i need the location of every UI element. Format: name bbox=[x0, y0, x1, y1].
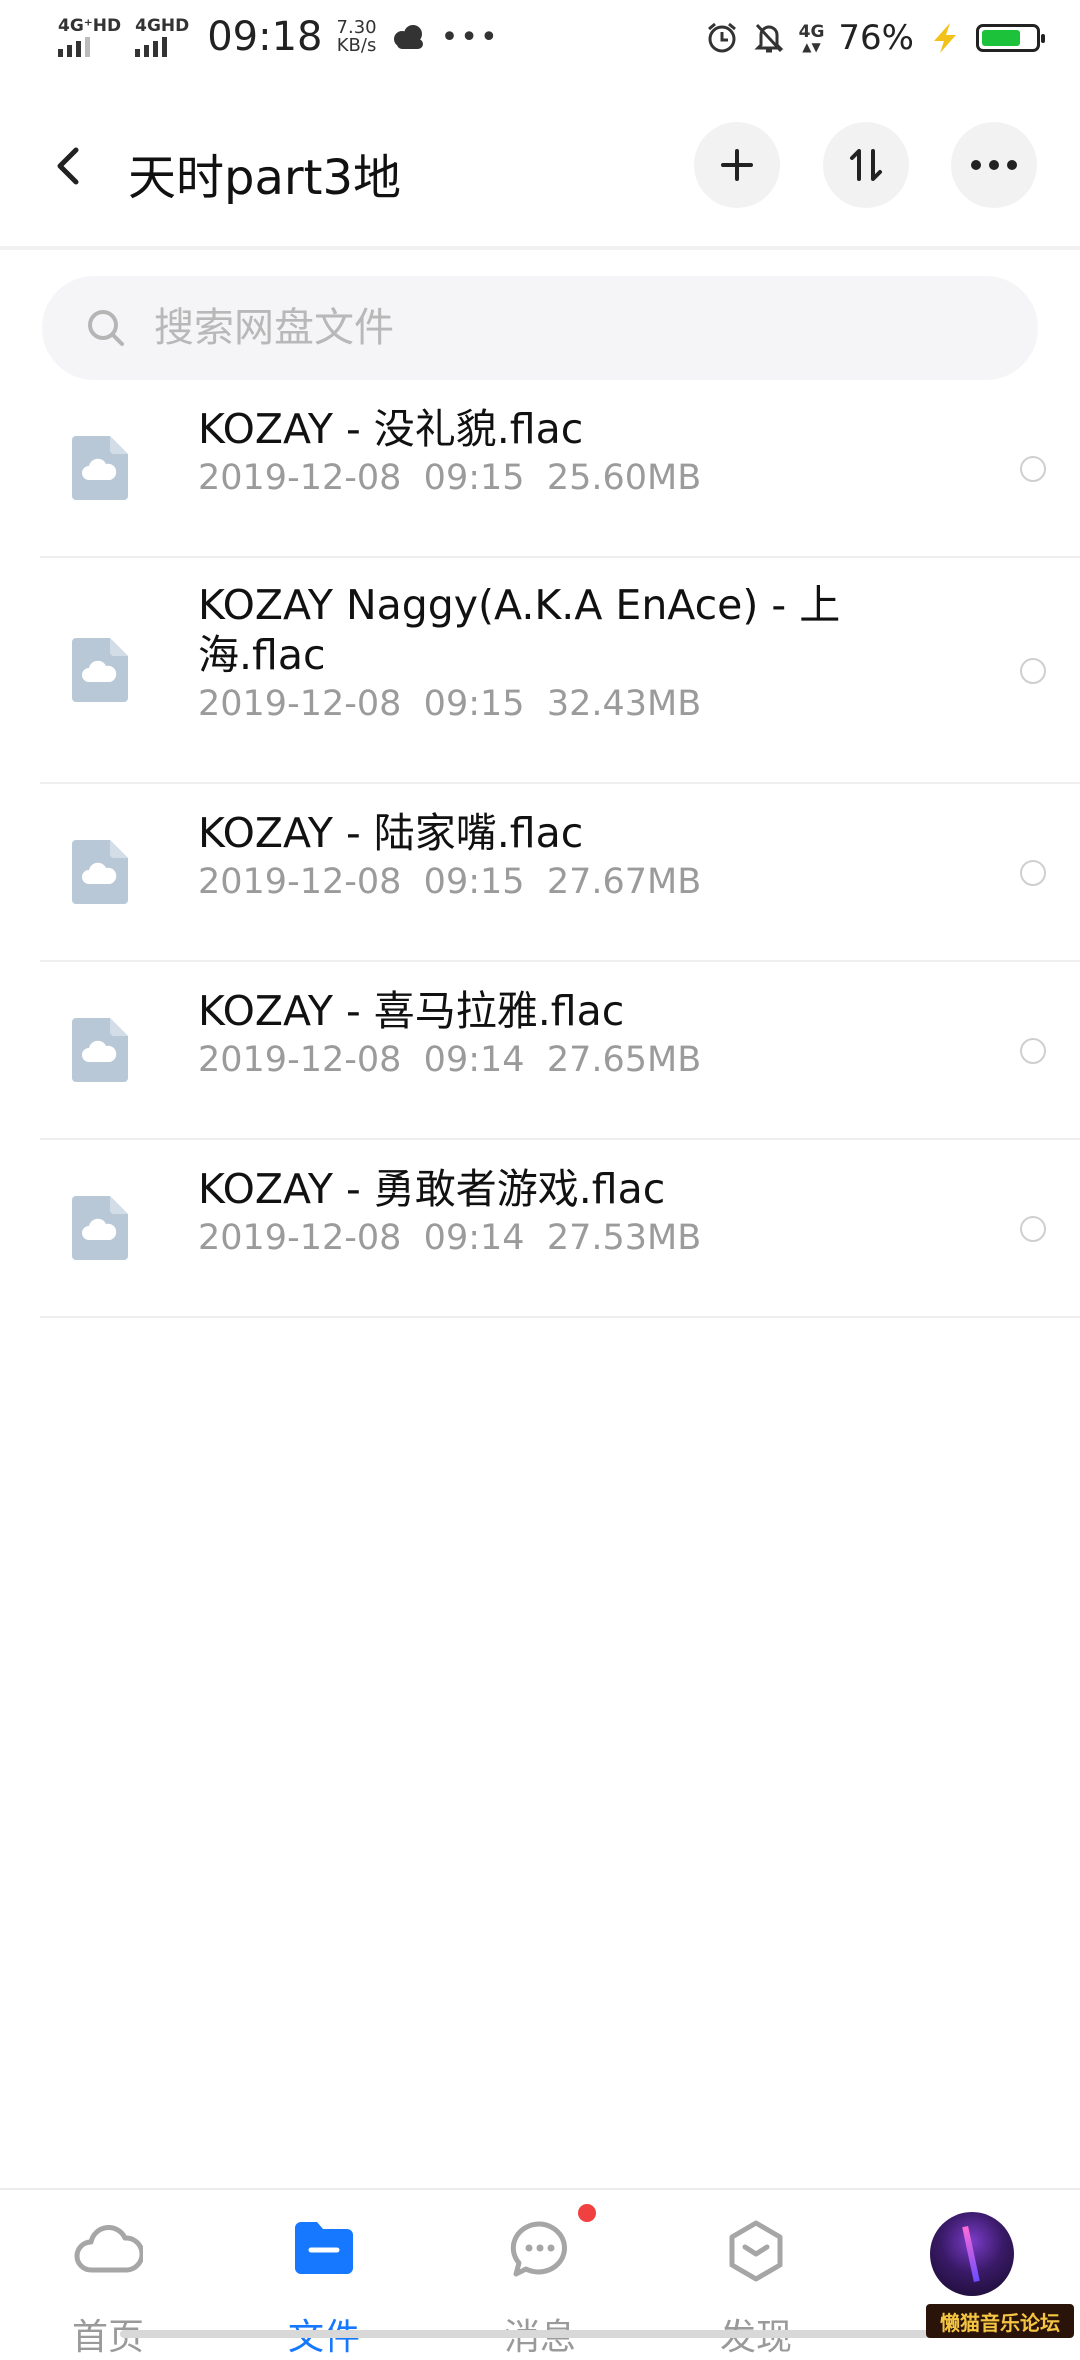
sort-icon bbox=[850, 149, 882, 181]
file-size: 27.53MB bbox=[546, 1218, 702, 1258]
add-icon bbox=[721, 149, 753, 181]
file-row[interactable]: KOZAY - 没礼貌.flac 2019-12-08 09:15 25.60M… bbox=[40, 380, 1080, 558]
tab-home[interactable]: 首页 bbox=[0, 2190, 216, 2358]
status-bar: 4G⁺HD 4GHD 09:18 7.30 KB/s ••• 4G ▲▼ 76% bbox=[0, 0, 1080, 86]
file-name: KOZAY - 没礼貌.flac bbox=[198, 405, 584, 453]
file-cloud-icon bbox=[72, 1018, 128, 1082]
watermark-text: 懒猫音乐论坛 bbox=[926, 2304, 1074, 2338]
sort-button[interactable] bbox=[823, 122, 909, 208]
lte-label: 4G bbox=[798, 22, 825, 42]
file-meta: 2019-12-08 09:15 25.60MB bbox=[198, 458, 701, 498]
network-speed: 7.30 KB/s bbox=[337, 19, 377, 55]
home-cloud-icon bbox=[74, 2225, 143, 2273]
more-button[interactable] bbox=[951, 122, 1037, 208]
message-badge bbox=[578, 2204, 596, 2222]
file-size: 27.65MB bbox=[546, 1040, 702, 1080]
add-button[interactable] bbox=[694, 122, 780, 208]
file-date: 2019-12-08 bbox=[198, 1040, 402, 1080]
status-time: 09:18 bbox=[207, 14, 323, 60]
back-arrow-icon[interactable] bbox=[50, 136, 90, 196]
file-meta: 2019-12-08 09:15 32.43MB bbox=[198, 684, 701, 724]
speed-unit: KB/s bbox=[336, 35, 377, 56]
file-size: 27.67MB bbox=[546, 862, 702, 902]
select-checkbox[interactable] bbox=[1020, 1038, 1046, 1064]
file-cloud-icon bbox=[72, 1196, 128, 1260]
file-time: 09:14 bbox=[423, 1040, 525, 1080]
file-row[interactable]: KOZAY Naggy(A.K.A EnAce) - 上海.flac 2019-… bbox=[40, 558, 1080, 784]
battery-icon bbox=[976, 24, 1045, 52]
more-icon bbox=[971, 160, 1017, 170]
file-size: 25.60MB bbox=[546, 458, 702, 498]
net1-label: 4G⁺HD bbox=[58, 16, 122, 36]
file-name: KOZAY - 陆家嘴.flac bbox=[198, 809, 584, 857]
tab-files[interactable]: 文件 bbox=[216, 2190, 432, 2358]
search-bar[interactable] bbox=[42, 276, 1038, 380]
search-icon bbox=[88, 310, 124, 346]
search-input[interactable] bbox=[152, 304, 976, 352]
file-name: KOZAY - 勇敢者游戏.flac bbox=[198, 1165, 666, 1213]
battery-percent: 76% bbox=[838, 18, 914, 58]
file-name: KOZAY Naggy(A.K.A EnAce) - 上海.flac bbox=[198, 581, 841, 679]
file-cloud-icon bbox=[72, 638, 128, 702]
weather-cloud-icon bbox=[393, 25, 423, 49]
select-checkbox[interactable] bbox=[1020, 658, 1046, 684]
file-meta: 2019-12-08 09:15 27.67MB bbox=[198, 862, 701, 902]
file-time: 09:15 bbox=[423, 862, 525, 902]
file-size: 32.43MB bbox=[546, 684, 702, 724]
chat-bubble-icon bbox=[510, 2221, 567, 2277]
file-cloud-icon bbox=[72, 436, 128, 500]
select-checkbox[interactable] bbox=[1020, 456, 1046, 482]
file-date: 2019-12-08 bbox=[198, 1218, 402, 1258]
file-date: 2019-12-08 bbox=[198, 862, 402, 902]
file-row[interactable]: KOZAY - 陆家嘴.flac 2019-12-08 09:15 27.67M… bbox=[40, 784, 1080, 962]
file-meta: 2019-12-08 09:14 27.65MB bbox=[198, 1040, 701, 1080]
folder-icon bbox=[295, 2222, 353, 2274]
page-title: 天时part3地 bbox=[128, 150, 401, 206]
select-checkbox[interactable] bbox=[1020, 860, 1046, 886]
signal-icon: 4GHD bbox=[135, 17, 189, 57]
bell-muted-icon bbox=[754, 23, 784, 53]
file-date: 2019-12-08 bbox=[198, 684, 402, 724]
file-row[interactable]: KOZAY - 勇敢者游戏.flac 2019-12-08 09:14 27.5… bbox=[40, 1140, 1080, 1318]
tab-discover[interactable]: 发现 bbox=[648, 2190, 864, 2358]
net2-label: 4GHD bbox=[135, 16, 190, 36]
file-name: KOZAY - 喜马拉雅.flac bbox=[198, 987, 625, 1035]
header-bar: 天时part3地 bbox=[0, 86, 1080, 250]
file-time: 09:15 bbox=[423, 458, 525, 498]
bottom-nav: 首页 文件 消息 发现 bbox=[0, 2188, 1080, 2358]
profile-avatar[interactable] bbox=[930, 2212, 1014, 2296]
file-meta: 2019-12-08 09:14 27.53MB bbox=[198, 1218, 701, 1258]
signal-icon: 4G⁺HD bbox=[58, 17, 121, 57]
file-row[interactable]: KOZAY - 喜马拉雅.flac 2019-12-08 09:14 27.65… bbox=[40, 962, 1080, 1140]
file-list: KOZAY - 没礼貌.flac 2019-12-08 09:15 25.60M… bbox=[0, 380, 1080, 1318]
file-time: 09:14 bbox=[423, 1218, 525, 1258]
discover-hexagon-icon bbox=[729, 2220, 783, 2282]
tab-messages[interactable]: 消息 bbox=[432, 2190, 648, 2358]
select-checkbox[interactable] bbox=[1020, 1216, 1046, 1242]
more-dots-icon: ••• bbox=[440, 19, 500, 55]
charging-bolt-icon bbox=[934, 23, 956, 53]
home-indicator bbox=[120, 2330, 960, 2338]
lte-icon: 4G ▲▼ bbox=[798, 22, 825, 54]
file-time: 09:15 bbox=[423, 684, 525, 724]
battery-fill bbox=[982, 30, 1021, 46]
file-date: 2019-12-08 bbox=[198, 458, 402, 498]
file-cloud-icon bbox=[72, 840, 128, 904]
alarm-icon bbox=[707, 22, 736, 53]
